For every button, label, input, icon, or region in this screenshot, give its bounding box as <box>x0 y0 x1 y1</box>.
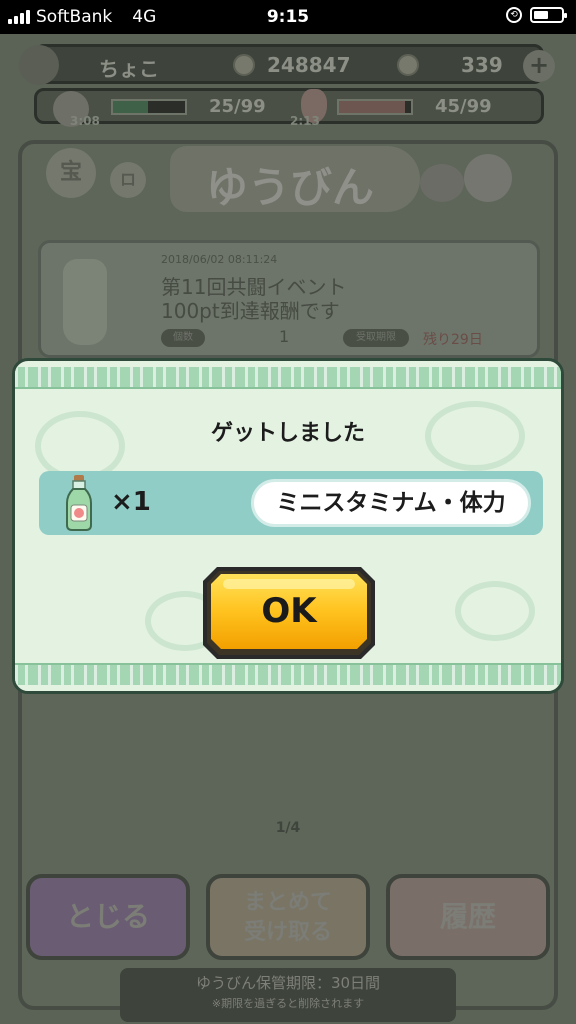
stamina-value: 25/99 <box>209 96 266 117</box>
character-decoration <box>420 150 540 210</box>
ok-button[interactable]: OK <box>201 565 377 661</box>
mail-title-line2: 100pt到達報酬です <box>161 299 340 323</box>
dialog-border-bottom <box>15 663 561 685</box>
gem-value: 339 <box>461 53 503 77</box>
clock: 9:15 <box>266 7 310 27</box>
footer-line2: ※期限を過ぎると削除されます <box>211 997 365 1010</box>
stamina-timer: 3:08 <box>70 114 100 128</box>
dialog-border-top <box>15 367 561 389</box>
tab-other[interactable]: ロ <box>110 162 146 198</box>
reward-item-name: ミニスタミナム・体力 <box>251 479 531 527</box>
gem-icon <box>397 54 419 76</box>
power-gauge <box>337 99 413 115</box>
close-button[interactable]: とじる <box>26 874 190 960</box>
footer-note: ゆうびん保管期限：30日間 ※期限を過ぎると削除されます <box>120 968 456 1022</box>
mail-date: 2018/06/02 08:11:24 <box>161 253 278 266</box>
power-timer: 2:13 <box>290 114 320 128</box>
rotation-lock-icon: ⟲ <box>506 7 522 23</box>
page-indicator: 1/4 <box>275 820 301 836</box>
stamina-gauge <box>111 99 187 115</box>
money-value: 248847 <box>267 53 351 77</box>
reward-count: ×1 <box>111 487 151 517</box>
currency-bar: ちょこ 248847 339 + <box>19 44 555 85</box>
tab-treasure[interactable]: 宝 <box>46 148 96 198</box>
footer-line1: ゆうびん保管期限：30日間 <box>195 974 381 992</box>
dialog-title: ゲットしました <box>210 421 365 446</box>
energy-bar: 25/99 45/99 <box>34 88 544 127</box>
ok-label: OK <box>261 591 317 631</box>
history-button[interactable]: 履歴 <box>386 874 550 960</box>
mail-expire: 残り29日 <box>423 332 483 348</box>
power-value: 45/99 <box>435 96 492 117</box>
avatar-icon <box>19 45 59 85</box>
status-right: ⟲ <box>506 7 567 23</box>
cloud-pattern <box>455 581 535 641</box>
page-title: ゆうびん <box>205 163 374 212</box>
reward-dialog: ゲットしました ×1 ミニスタミナム・体力 OK <box>12 358 564 694</box>
reward-item-row: ×1 ミニスタミナム・体力 <box>39 471 543 535</box>
battery-icon <box>530 7 567 23</box>
mail-list-item[interactable]: 2018/06/02 08:11:24 第11回共闘イベント 100pt到達報酬… <box>38 240 540 358</box>
mail-qty: 1 <box>279 327 290 346</box>
status-bar: SoftBank 4G 9:15 ⟲ <box>0 0 576 34</box>
item-bottle-icon <box>63 259 107 345</box>
player-name: ちょこ <box>99 57 159 81</box>
stamina-bottle-icon <box>66 475 92 531</box>
coin-icon <box>233 54 255 76</box>
receive-all-button[interactable]: まとめて 受け取る <box>206 874 370 960</box>
qty-tag: 個数 <box>161 329 205 347</box>
add-currency-button[interactable]: + <box>523 50 555 82</box>
expire-tag: 受取期限 <box>343 329 409 347</box>
